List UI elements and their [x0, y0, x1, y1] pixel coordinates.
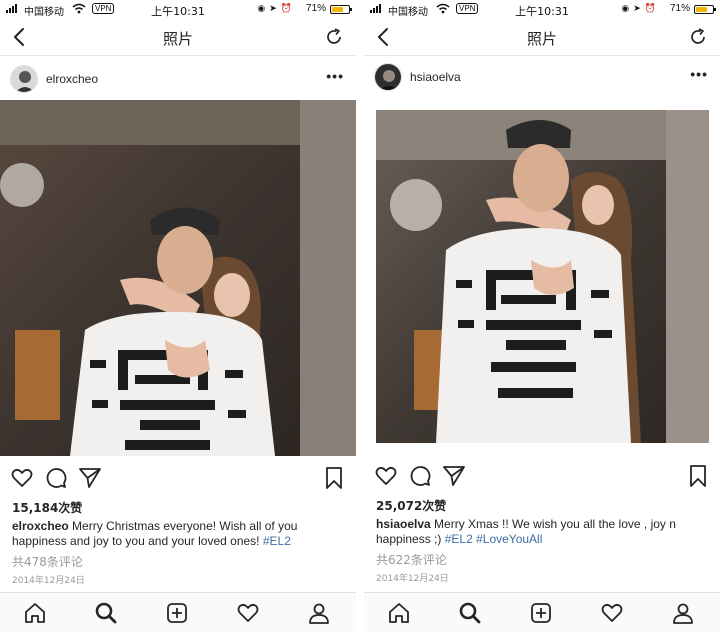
battery-fill — [332, 7, 343, 12]
post-header: hsiaoelva ••• — [364, 56, 720, 100]
heart-icon[interactable] — [10, 466, 34, 490]
share-icon[interactable] — [442, 464, 466, 488]
post-username[interactable]: hsiaoelva — [410, 70, 461, 84]
battery-fill — [696, 7, 707, 12]
post-date: 2014年12月24日 — [376, 574, 449, 584]
activity-heart-icon[interactable] — [236, 601, 260, 625]
status-icons: ◉ ➤ ⏰ — [257, 3, 292, 14]
view-comments-link[interactable]: 共478条评论 — [12, 553, 83, 570]
share-icon[interactable] — [78, 466, 102, 490]
caption-username[interactable]: elroxcheo — [12, 519, 69, 533]
add-post-icon[interactable] — [529, 601, 553, 625]
post-photo[interactable] — [376, 110, 709, 443]
battery-icon — [694, 5, 716, 14]
nav-bar: 照片 — [364, 18, 720, 56]
like-count[interactable]: 25,072次赞 — [376, 497, 446, 514]
view-comments-link[interactable]: 共622条评论 — [376, 551, 447, 568]
clock: 上午10:31 — [151, 5, 205, 18]
search-icon[interactable] — [94, 601, 118, 625]
alarm-icon: ⏰ — [280, 3, 292, 13]
post-caption: hsiaoelva Merry Xmas !! We wish you all … — [376, 517, 710, 547]
like-count[interactable]: 15,184次赞 — [12, 499, 82, 516]
screen-divider — [356, 0, 364, 632]
post-photo[interactable] — [0, 100, 356, 456]
profile-icon[interactable] — [307, 601, 331, 625]
status-bar: 中国移动 VPN 上午10:31 ◉ ➤ ⏰ 71% — [0, 0, 356, 18]
bookmark-icon[interactable] — [322, 466, 346, 490]
post-username[interactable]: elroxcheo — [46, 72, 98, 86]
battery-percent: 71% — [669, 3, 690, 14]
nav-bar: 照片 — [0, 18, 356, 56]
location-icon: ➤ — [269, 3, 277, 13]
profile-icon[interactable] — [671, 601, 695, 625]
refresh-icon[interactable] — [324, 27, 344, 47]
hashtag-link[interactable]: #LoveYouAll — [476, 532, 542, 546]
post-date: 2014年12月24日 — [12, 576, 85, 586]
hashtag-link[interactable]: #EL2 — [263, 534, 291, 548]
comment-icon[interactable] — [44, 466, 68, 490]
caption-username[interactable]: hsiaoelva — [376, 517, 431, 531]
comment-icon[interactable] — [408, 464, 432, 488]
status-icons: ◉ ➤ ⏰ — [621, 3, 656, 14]
heart-icon[interactable] — [374, 464, 398, 488]
orientation-lock-icon: ◉ — [257, 3, 266, 13]
post-actions — [0, 466, 356, 496]
more-options-icon[interactable]: ••• — [690, 66, 708, 82]
right-phone-screen: 中国移动 VPN 上午10:31 ◉ ➤ ⏰ 71% 照片 hsiaoelva — [364, 0, 720, 632]
home-icon[interactable] — [23, 601, 47, 625]
add-post-icon[interactable] — [165, 601, 189, 625]
location-icon: ➤ — [633, 3, 641, 13]
page-title: 照片 — [526, 30, 557, 48]
hashtag-link[interactable]: #EL2 — [445, 532, 473, 546]
post-caption: elroxcheo Merry Christmas everyone! Wish… — [12, 519, 346, 549]
home-icon[interactable] — [387, 601, 411, 625]
alarm-icon: ⏰ — [644, 3, 656, 13]
bookmark-icon[interactable] — [686, 464, 710, 488]
bottom-tab-bar — [0, 592, 356, 632]
battery-percent: 71% — [305, 3, 326, 14]
avatar[interactable] — [10, 65, 38, 93]
status-bar: 中国移动 VPN 上午10:31 ◉ ➤ ⏰ 71% — [364, 0, 720, 18]
more-options-icon[interactable]: ••• — [326, 68, 344, 84]
page-title: 照片 — [162, 30, 193, 48]
activity-heart-icon[interactable] — [600, 601, 624, 625]
avatar[interactable] — [374, 63, 402, 91]
post-actions — [364, 464, 720, 494]
post-header: elroxcheo ••• — [0, 56, 356, 100]
bottom-tab-bar — [364, 592, 720, 632]
clock: 上午10:31 — [515, 5, 569, 18]
battery-icon — [330, 5, 352, 14]
orientation-lock-icon: ◉ — [621, 3, 630, 13]
search-icon[interactable] — [458, 601, 482, 625]
refresh-icon[interactable] — [688, 27, 708, 47]
left-phone-screen: 中国移动 VPN 上午10:31 ◉ ➤ ⏰ 71% 照片 elroxcheo — [0, 0, 356, 632]
